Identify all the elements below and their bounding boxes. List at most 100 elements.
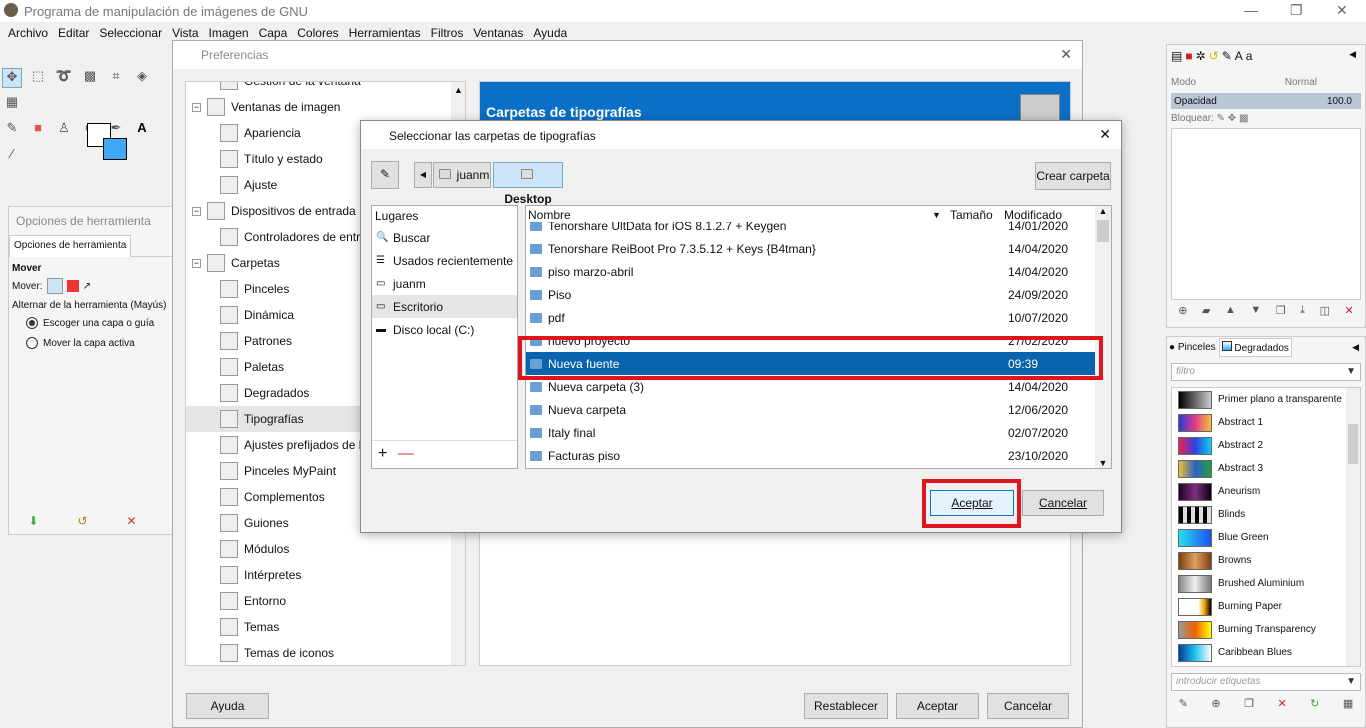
menu-ventanas[interactable]: Ventanas <box>473 26 523 40</box>
file-row[interactable]: Italy final 02/07/2020 <box>526 421 1096 444</box>
text-tool-icon[interactable]: A <box>132 120 152 140</box>
place-item[interactable]: ▬ Disco local (C:) <box>372 318 517 341</box>
delete-gradient-icon[interactable]: ✕ <box>1277 697 1286 710</box>
menu-capa[interactable]: Capa <box>259 26 288 40</box>
reset-button[interactable]: Restablecer <box>804 693 888 719</box>
menu-seleccionar[interactable]: Seleccionar <box>99 26 162 40</box>
edit-gradient-icon[interactable]: ✎ <box>1179 697 1188 710</box>
mask-icon[interactable]: ◫ <box>1320 304 1330 317</box>
tree-item[interactable]: Entorno <box>186 588 465 614</box>
cancel-button[interactable]: Cancelar <box>987 693 1069 719</box>
filter-input[interactable]: filtro ▼ <box>1171 363 1361 381</box>
expander-icon[interactable]: − <box>192 102 201 112</box>
path-juanm[interactable]: juanm <box>433 162 491 188</box>
type-location-button[interactable]: ✎ <box>371 161 399 189</box>
cancel-button[interactable]: Cancelar <box>1022 490 1104 516</box>
tree-item[interactable]: Temas <box>186 614 465 640</box>
menu-editar[interactable]: Editar <box>58 26 89 40</box>
gradient-item[interactable]: Blue Green <box>1172 526 1360 549</box>
move-path-icon[interactable]: ↗ <box>83 281 91 292</box>
path-back-button[interactable]: ◀ <box>414 162 432 188</box>
file-row[interactable]: Facturas piso 23/10/2020 <box>526 444 1096 467</box>
restore-icon[interactable]: ↺ <box>77 514 87 528</box>
new-gradient-icon[interactable]: ⊕ <box>1211 697 1220 710</box>
gradient-item[interactable]: Abstract 3 <box>1172 457 1360 480</box>
menu-imagen[interactable]: Imagen <box>209 26 249 40</box>
eraser-icon[interactable]: ■ <box>28 120 48 140</box>
place-item[interactable]: ☰ Usados recientemente <box>372 249 517 272</box>
gradient-item[interactable]: Abstract 1 <box>1172 411 1360 434</box>
layers-tab-icon[interactable]: ▤ <box>1171 49 1185 63</box>
column-name[interactable]: Nombre <box>526 208 946 222</box>
transform-icon[interactable]: ◈ <box>132 68 152 88</box>
gradient-item[interactable]: Primer plano a transparente <box>1172 388 1360 411</box>
open-editor-icon[interactable]: ▦ <box>1343 697 1353 710</box>
column-size[interactable]: Tamaño <box>946 208 1002 222</box>
place-item[interactable]: 🔍 Buscar <box>372 226 517 249</box>
restore-icon[interactable]: ❐ <box>1290 2 1303 19</box>
tab-gradients[interactable]: Degradados <box>1218 337 1292 357</box>
create-folder-button[interactable]: Crear carpeta <box>1035 162 1111 190</box>
file-row[interactable]: Piso 24/09/2020 <box>526 283 1096 306</box>
fonts-tab-icon[interactable]: Aa <box>1235 49 1256 63</box>
move-selection-icon[interactable] <box>66 280 79 292</box>
remove-bookmark-icon[interactable]: — <box>398 445 414 462</box>
file-row[interactable]: pdf 10/07/2020 <box>526 306 1096 329</box>
lasso-icon[interactable]: ➰ <box>54 68 74 88</box>
gradient-item[interactable]: Burning Paper <box>1172 595 1360 618</box>
undo-tab-icon[interactable]: ↺ <box>1209 49 1222 63</box>
file-row[interactable]: piso marzo-abril 14/04/2020 <box>526 260 1096 283</box>
tags-input[interactable]: introducir etiquetas ▼ <box>1171 673 1361 691</box>
tab-brushes[interactable]: ● Pinceles <box>1169 342 1216 353</box>
menu-colores[interactable]: Colores <box>297 26 338 40</box>
ok-button[interactable]: Aceptar <box>896 693 979 719</box>
opacity-slider[interactable]: Opacidad 100.0 <box>1171 93 1361 109</box>
lock-position-icon[interactable]: ✥ <box>1228 113 1236 124</box>
gradient-item[interactable]: Burning Transparency <box>1172 618 1360 641</box>
gradient-item[interactable]: Abstract 2 <box>1172 434 1360 457</box>
tree-item[interactable]: Módulos <box>186 536 465 562</box>
menu-filtros[interactable]: Filtros <box>431 26 464 40</box>
gradient-scrollbar[interactable] <box>1346 388 1360 666</box>
brush-tab-icon[interactable]: ✎ <box>1222 49 1235 63</box>
delete-icon[interactable]: ✕ <box>126 514 136 528</box>
pencil-icon[interactable]: ✎ <box>2 120 22 140</box>
menu-vista[interactable]: Vista <box>172 26 198 40</box>
paths-tab-icon[interactable]: ✲ <box>1196 49 1209 63</box>
tree-item[interactable]: Temas de iconos <box>186 640 465 665</box>
delete-layer-icon[interactable]: ✕ <box>1344 304 1353 317</box>
new-group-icon[interactable]: ▰ <box>1202 304 1210 317</box>
new-layer-icon[interactable]: ⊕ <box>1178 304 1187 317</box>
expander-icon[interactable]: − <box>192 206 201 216</box>
duplicate-gradient-icon[interactable]: ❐ <box>1244 697 1254 710</box>
move-layer-icon[interactable] <box>46 278 63 294</box>
duplicate-icon[interactable]: ❐ <box>1276 304 1286 317</box>
refresh-icon[interactable]: ↻ <box>1310 697 1319 710</box>
raise-icon[interactable]: ▲ <box>1225 304 1236 317</box>
merge-icon[interactable]: ⤓ <box>1300 304 1305 317</box>
file-row[interactable]: Tenorshare ReiBoot Pro 7.3.5.12 + Keys {… <box>526 237 1096 260</box>
expander-icon[interactable]: − <box>192 258 201 268</box>
mode-select[interactable]: Normal <box>1285 77 1317 88</box>
gradient-item[interactable]: Browns <box>1172 549 1360 572</box>
fuzzy-select-icon[interactable]: ▩ <box>80 68 100 88</box>
menu-herramientas[interactable]: Herramientas <box>349 26 421 40</box>
clone-icon[interactable]: ♙ <box>54 120 74 140</box>
close-icon[interactable]: ✕ <box>1060 46 1072 63</box>
lock-alpha-icon[interactable]: ▩ <box>1239 113 1248 124</box>
place-item[interactable]: ▭ Escritorio <box>372 295 517 318</box>
warp-icon[interactable]: ▦ <box>2 94 22 114</box>
background-color[interactable] <box>103 138 127 160</box>
move-tool-icon[interactable]: ✥ <box>2 68 22 88</box>
lock-pixels-icon[interactable]: ✎ <box>1217 113 1225 124</box>
minimize-icon[interactable]: — <box>1244 2 1258 18</box>
panel-menu-icon[interactable]: ◀ <box>1349 49 1359 60</box>
column-modified[interactable]: Modificado <box>1002 208 1092 222</box>
gradient-item[interactable]: Caribbean Blues <box>1172 641 1360 664</box>
tree-item[interactable]: − Ventanas de imagen <box>186 94 465 120</box>
tree-item[interactable]: Gestión de la ventana <box>186 82 465 94</box>
panel-menu-icon[interactable]: ◀ <box>1352 342 1359 353</box>
gradient-item[interactable]: Aneurism <box>1172 480 1360 503</box>
tab-tool-options[interactable]: Opciones de herramienta <box>9 234 132 257</box>
file-row[interactable]: Nueva carpeta 12/06/2020 <box>526 398 1096 421</box>
